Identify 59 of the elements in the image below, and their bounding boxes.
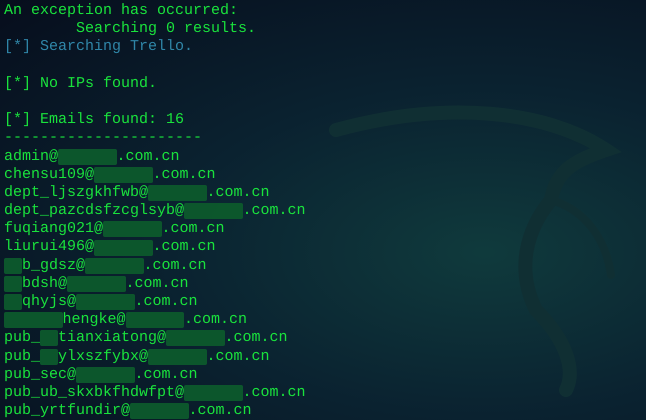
- email-text: .com.cn: [206, 184, 270, 202]
- email-text: .com.cn: [152, 166, 216, 184]
- email-text: .com.cn: [152, 238, 216, 257]
- email-text: hengke@: [62, 311, 126, 330]
- redaction-block: [76, 294, 135, 310]
- email-text: pub_: [4, 329, 40, 348]
- email-text: ylxszfybx@: [58, 348, 148, 366]
- email-text: b_gdsz@: [22, 256, 86, 275]
- email-text: pub_yrtfundir@: [4, 402, 130, 420]
- email-text: .com.cn: [224, 329, 288, 348]
- output-line: ----------------------: [4, 129, 202, 148]
- redaction-block: [40, 348, 58, 365]
- email-text: .com.cn: [134, 293, 198, 312]
- email-text: .com.cn: [242, 202, 306, 220]
- redaction-block: [85, 258, 144, 274]
- redaction-block: [148, 348, 207, 365]
- redaction-block: [4, 294, 22, 310]
- email-text: liurui496@: [4, 238, 94, 257]
- output-line: [*] No IPs found.: [4, 74, 158, 93]
- email-text: .com.cn: [144, 256, 207, 275]
- redaction-block: [130, 403, 189, 420]
- email-text: .com.cn: [126, 274, 189, 294]
- output-line: An exception has occurred:: [4, 2, 238, 20]
- redaction-block: [4, 312, 62, 328]
- output-line: [*] Emails found: 16: [4, 111, 184, 130]
- email-text: chensu109@: [4, 166, 94, 184]
- redaction-block: [148, 184, 207, 201]
- email-text: bdsh@: [22, 274, 68, 294]
- redaction-block: [67, 276, 126, 292]
- email-text: pub_ub_skxbkfhdwfpt@: [4, 384, 184, 402]
- redaction-block: [4, 276, 22, 292]
- email-text: dept_pazcdsfzcglsyb@: [4, 202, 184, 220]
- email-text: qhyjs@: [22, 293, 76, 312]
- status-line: [*] Searching Trello.: [4, 38, 194, 57]
- email-text: .com.cn: [162, 220, 225, 238]
- redaction-block: [4, 258, 22, 274]
- email-text: pub_sec@: [4, 366, 76, 384]
- email-text: fuqiang021@: [4, 220, 104, 238]
- email-text: tianxiatong@: [58, 329, 166, 348]
- email-text: admin@: [4, 148, 58, 166]
- email-text: pub_: [4, 348, 40, 366]
- email-text: .com.cn: [188, 402, 252, 420]
- redaction-block: [58, 148, 117, 165]
- redaction-block: [184, 203, 243, 220]
- redaction-block: [184, 385, 243, 402]
- email-text: .com.cn: [116, 148, 180, 166]
- redaction-block: [166, 330, 225, 346]
- email-text: dept_ljszgkhfwb@: [4, 184, 148, 202]
- redaction-block: [40, 330, 58, 346]
- redaction-block: [94, 240, 153, 256]
- output-line: Searching 0 results.: [75, 20, 256, 38]
- redaction-block: [76, 366, 135, 383]
- email-text: .com.cn: [206, 348, 270, 366]
- email-text: .com.cn: [184, 311, 248, 330]
- email-text: .com.cn: [242, 384, 306, 402]
- redaction-block: [94, 166, 153, 183]
- redaction-block: [103, 221, 162, 238]
- redaction-block: [126, 312, 184, 328]
- email-text: .com.cn: [134, 366, 198, 384]
